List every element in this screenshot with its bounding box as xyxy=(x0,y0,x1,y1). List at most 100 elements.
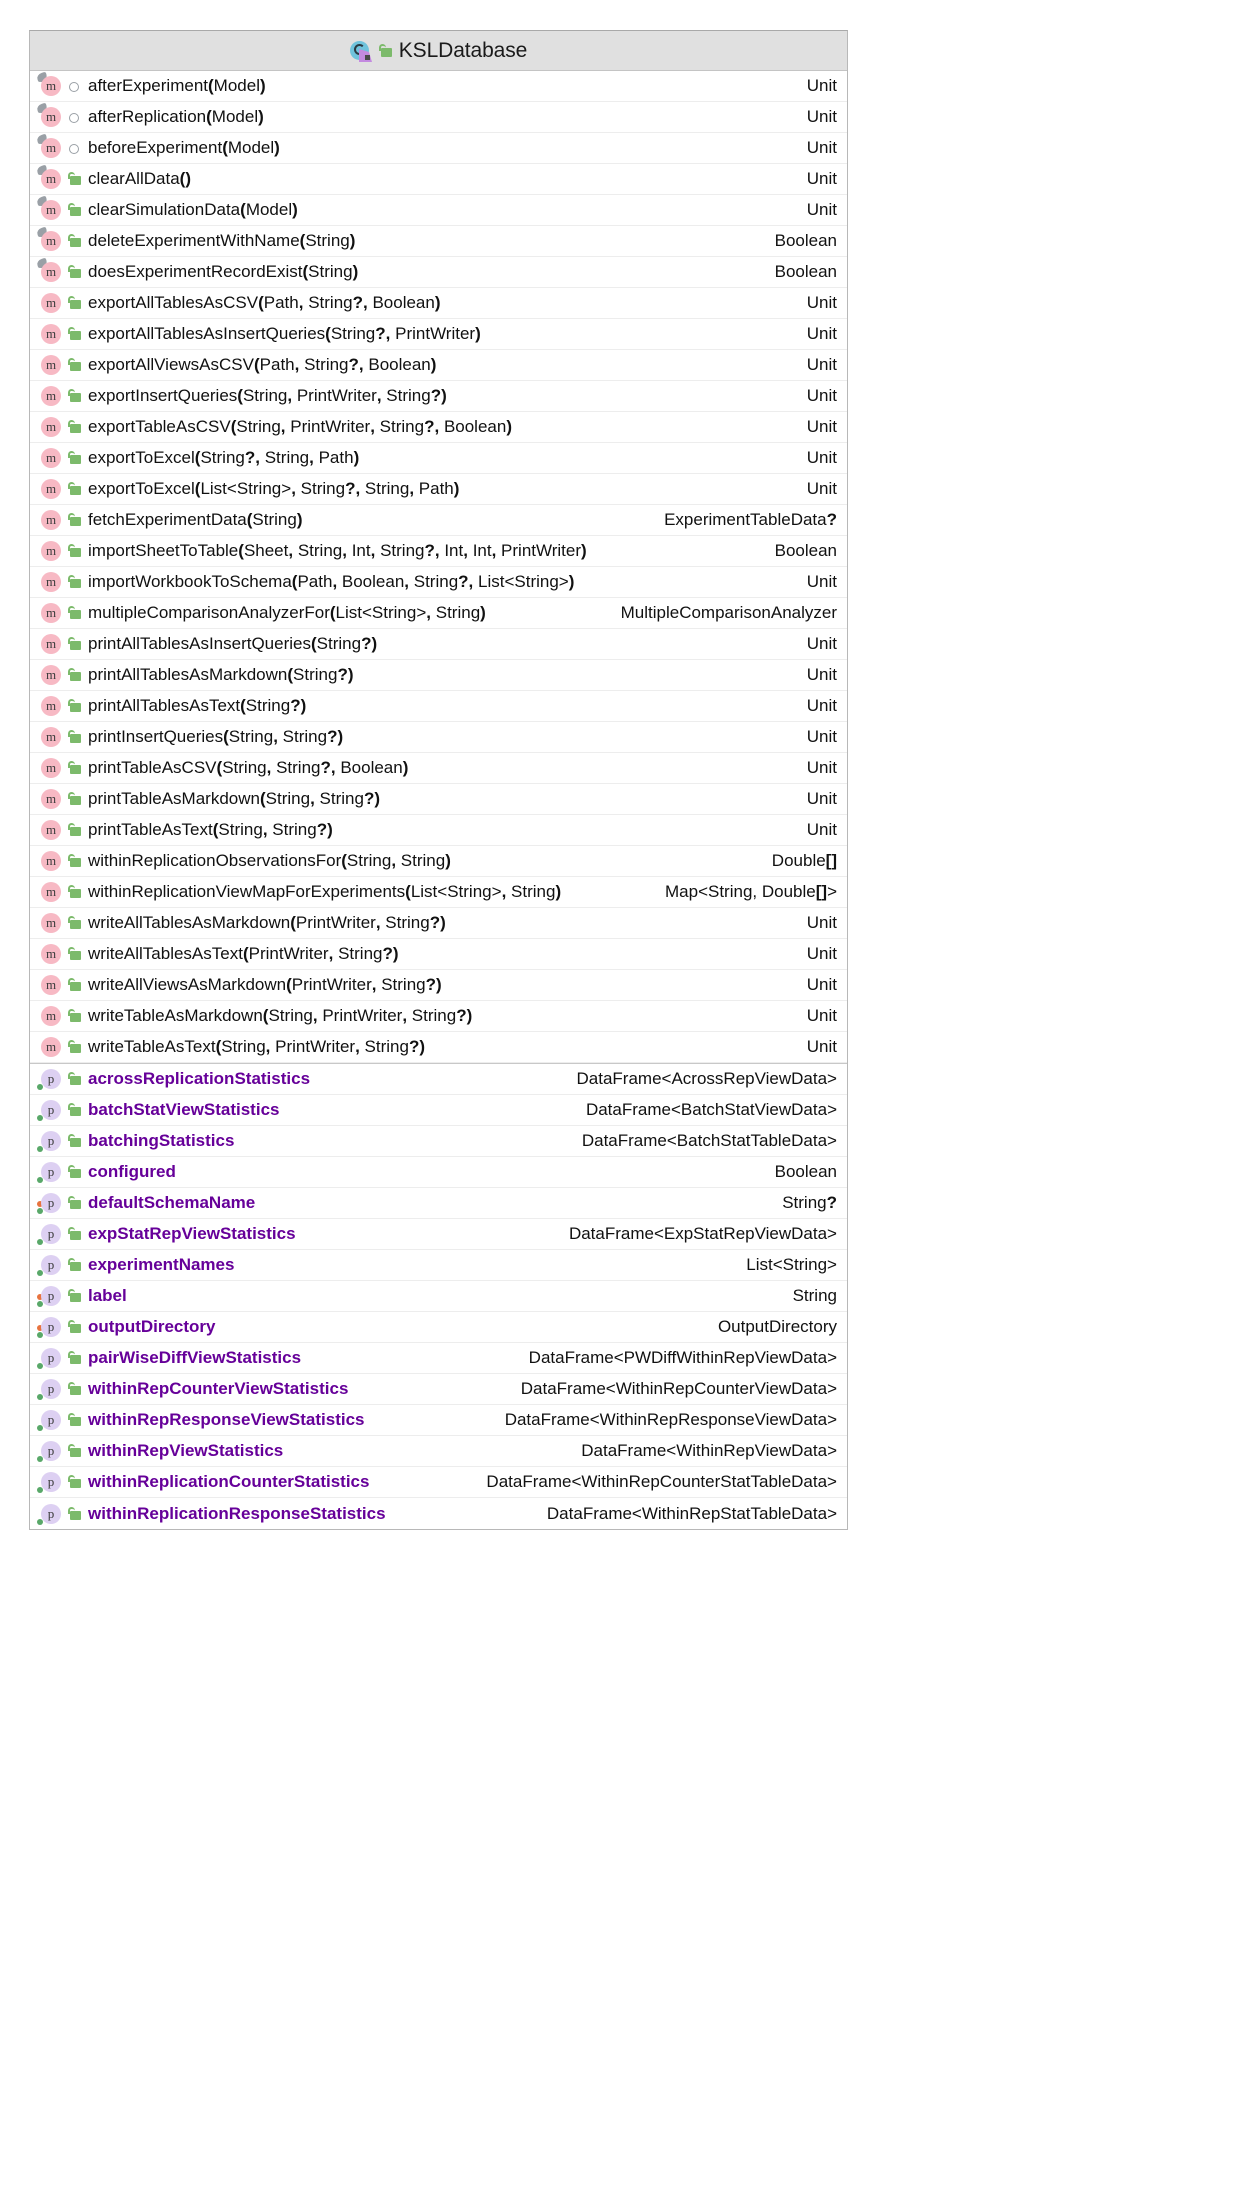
method-row[interactable]: m multipleComparisonAnalyzerFor(List<Stri… xyxy=(30,598,847,629)
method-row[interactable]: m importSheetToTable(Sheet, String, Int, … xyxy=(30,536,847,567)
row-icons: m xyxy=(37,602,88,624)
property-row[interactable]: p defaultSchemaName String? xyxy=(30,1188,847,1219)
method-row[interactable]: m printAllTablesAsText(String?) Unit xyxy=(30,691,847,722)
method-row[interactable]: m importWorkbookToSchema(Path, Boolean, S… xyxy=(30,567,847,598)
property-row[interactable]: p outputDirectory OutputDirectory xyxy=(30,1312,847,1343)
method-row[interactable]: m exportAllViewsAsCSV(Path, String?, Bool… xyxy=(30,350,847,381)
method-row[interactable]: m writeAllTablesAsText(PrintWriter, Strin… xyxy=(30,939,847,970)
method-row[interactable]: m exportInsertQueries(String, PrintWriter… xyxy=(30,381,847,412)
method-row[interactable]: m doesExperimentRecordExist(String) Boolea… xyxy=(30,257,847,288)
property-row[interactable]: p withinRepViewStatistics DataFrame<Within… xyxy=(30,1436,847,1467)
method-row[interactable]: m exportAllTablesAsCSV(Path, String?, Boo… xyxy=(30,288,847,319)
method-badge-icon: m xyxy=(37,354,61,376)
public-unlocked-icon xyxy=(67,1164,81,1180)
row-icons: p xyxy=(37,1378,88,1400)
row-icons: p xyxy=(37,1161,88,1183)
member-signature: defaultSchemaName xyxy=(88,1193,256,1212)
member-signature: withinReplicationObservationsFor(String,… xyxy=(88,851,451,870)
public-unlocked-icon xyxy=(67,512,81,528)
method-row[interactable]: m withinReplicationViewMapForExperiments(… xyxy=(30,877,847,908)
method-badge-icon: m xyxy=(36,71,61,97)
method-row[interactable]: m exportToExcel(String?, String, Path) Uni… xyxy=(30,443,847,474)
return-type: Unit xyxy=(806,1006,837,1025)
property-row[interactable]: p acrossReplicationStatistics DataFrame<Ac… xyxy=(30,1064,847,1095)
method-row[interactable]: m clearAllData() Unit xyxy=(30,164,847,195)
method-row[interactable]: m exportAllTablesAsInsertQueries(String?,… xyxy=(30,319,847,350)
method-row[interactable]: m printTableAsCSV(String, String?, Boolea… xyxy=(30,753,847,784)
method-row[interactable]: m printInsertQueries(String, String?) Unit xyxy=(30,722,847,753)
member-signature: printTableAsText(String, String?) xyxy=(88,820,333,839)
public-unlocked-icon xyxy=(67,388,81,404)
method-badge-icon: m xyxy=(37,323,61,345)
method-row[interactable]: m afterExperiment(Model) Unit xyxy=(30,71,847,102)
row-icons: m xyxy=(37,974,88,996)
method-row[interactable]: m printTableAsText(String, String?) Unit xyxy=(30,815,847,846)
property-row[interactable]: p pairWiseDiffViewStatistics DataFrame<PWD… xyxy=(30,1343,847,1374)
row-icons: m xyxy=(37,385,88,407)
row-icons: p xyxy=(37,1503,88,1525)
property-row[interactable]: p batchStatViewStatistics DataFrame<BatchS… xyxy=(30,1095,847,1126)
method-row[interactable]: m clearSimulationData(Model) Unit xyxy=(30,195,847,226)
property-row[interactable]: p withinRepCounterViewStatistics DataFrame… xyxy=(30,1374,847,1405)
property-row[interactable]: p withinReplicationResponseStatistics Data… xyxy=(30,1498,847,1529)
method-row[interactable]: m exportToExcel(List<String>, String?, St… xyxy=(30,474,847,505)
member-signature: exportToExcel(List<String>, String?, Str… xyxy=(88,479,460,498)
member-signature: printAllTablesAsInsertQueries(String?) xyxy=(88,634,378,653)
method-row[interactable]: m printTableAsMarkdown(String, String?) Un… xyxy=(30,784,847,815)
public-unlocked-icon xyxy=(67,1506,81,1522)
property-row[interactable]: p withinRepResponseViewStatistics DataFram… xyxy=(30,1405,847,1436)
method-row[interactable]: m exportTableAsCSV(String, PrintWriter, S… xyxy=(30,412,847,443)
property-row[interactable]: p withinReplicationCounterStatistics DataF… xyxy=(30,1467,847,1498)
member-signature: afterExperiment(Model) xyxy=(88,76,266,95)
member-signature: writeAllTablesAsText(PrintWriter, String… xyxy=(88,944,399,963)
property-badge-icon: p xyxy=(37,1347,61,1369)
method-row[interactable]: m writeTableAsMarkdown(String, PrintWrite… xyxy=(30,1001,847,1032)
property-badge-icon: p xyxy=(37,1068,61,1090)
method-row[interactable]: m beforeExperiment(Model) Unit xyxy=(30,133,847,164)
public-unlocked-icon xyxy=(67,1350,81,1366)
member-signature: experimentNames xyxy=(88,1255,235,1274)
method-row[interactable]: m writeAllViewsAsMarkdown(PrintWriter, St… xyxy=(30,970,847,1001)
protected-circle-icon xyxy=(67,140,81,156)
public-unlocked-icon xyxy=(67,1443,81,1459)
property-badge-icon: p xyxy=(37,1130,61,1152)
return-type: Unit xyxy=(806,417,837,436)
public-unlocked-icon xyxy=(67,419,81,435)
return-type: Boolean xyxy=(774,1162,837,1181)
property-row[interactable]: p expStatRepViewStatistics DataFrame<ExpSt… xyxy=(30,1219,847,1250)
return-type: Boolean xyxy=(774,231,837,250)
method-badge-icon: m xyxy=(37,726,61,748)
method-row[interactable]: m deleteExperimentWithName(String) Boolean xyxy=(30,226,847,257)
row-icons: m xyxy=(37,943,88,965)
property-badge-icon: p xyxy=(37,1503,61,1525)
member-signature: fetchExperimentData(String) xyxy=(88,510,303,529)
row-icons: p xyxy=(37,1471,88,1493)
method-row[interactable]: m writeTableAsText(String, PrintWriter, S… xyxy=(30,1032,847,1063)
property-row[interactable]: p experimentNames List<String> xyxy=(30,1250,847,1281)
member-signature: writeTableAsText(String, PrintWriter, St… xyxy=(88,1037,426,1056)
property-row[interactable]: p configured Boolean xyxy=(30,1157,847,1188)
method-row[interactable]: m withinReplicationObservationsFor(String… xyxy=(30,846,847,877)
return-type: Unit xyxy=(806,386,837,405)
public-unlocked-icon xyxy=(67,1008,81,1024)
method-row[interactable]: m printAllTablesAsMarkdown(String?) Unit xyxy=(30,660,847,691)
method-row[interactable]: m afterReplication(Model) Unit xyxy=(30,102,847,133)
return-type: DataFrame<BatchStatViewData> xyxy=(585,1100,837,1119)
member-signature: afterReplication(Model) xyxy=(88,107,264,126)
method-row[interactable]: m writeAllTablesAsMarkdown(PrintWriter, S… xyxy=(30,908,847,939)
public-unlocked-icon xyxy=(67,171,81,187)
method-badge-icon: m xyxy=(37,1036,61,1058)
property-row[interactable]: p batchingStatistics DataFrame<BatchStatTa… xyxy=(30,1126,847,1157)
member-signature: deleteExperimentWithName(String) xyxy=(88,231,356,250)
method-row[interactable]: m printAllTablesAsInsertQueries(String?) U… xyxy=(30,629,847,660)
row-icons: m xyxy=(36,164,88,190)
member-signature: exportToExcel(String?, String, Path) xyxy=(88,448,360,467)
row-icons: p xyxy=(37,1130,88,1152)
row-icons: p xyxy=(37,1099,88,1121)
member-signature: printTableAsMarkdown(String, String?) xyxy=(88,789,380,808)
method-row[interactable]: m fetchExperimentData(String) ExperimentTa… xyxy=(30,505,847,536)
return-type: Unit xyxy=(806,758,837,777)
member-signature: printAllTablesAsMarkdown(String?) xyxy=(88,665,354,684)
member-signature: exportTableAsCSV(String, PrintWriter, St… xyxy=(88,417,512,436)
property-row[interactable]: p label String xyxy=(30,1281,847,1312)
